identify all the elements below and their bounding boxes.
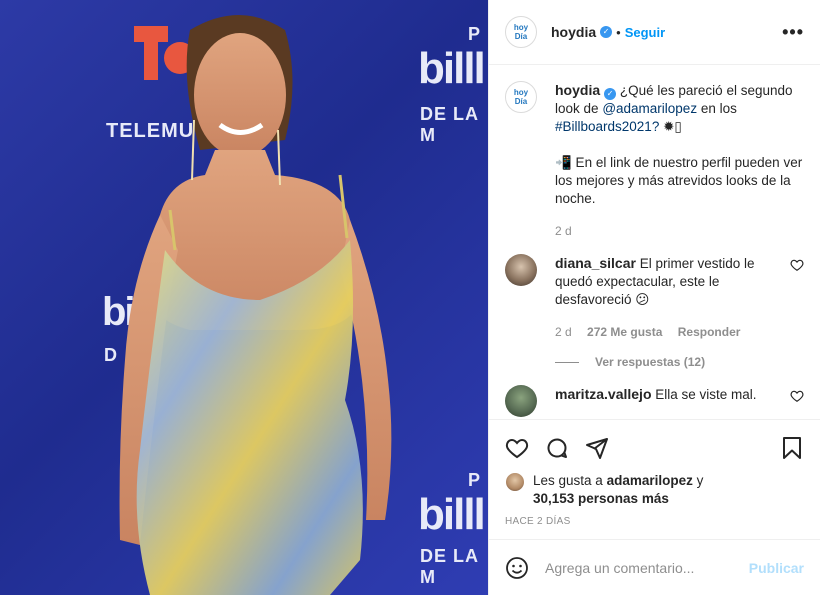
likes-text: Les gusta a adamarilopez y 30,153 person…: [533, 472, 703, 508]
caption-mention-link[interactable]: @adamarilopez: [602, 101, 697, 116]
emoji-icon[interactable]: [505, 556, 529, 580]
comment-bubble-icon[interactable]: [545, 436, 569, 460]
caption-meta: 2 d: [555, 222, 804, 240]
view-replies-label: Ver respuestas (12): [595, 355, 706, 369]
comment-input[interactable]: Agrega un comentario...: [545, 560, 749, 576]
caption-item: hoy Día hoydia ✓ ¿Qué les pareció el segu…: [505, 81, 804, 240]
hoydia-logo-icon: hoy Día: [508, 19, 534, 45]
comment-username[interactable]: diana_silcar: [555, 255, 636, 271]
likes-user-link[interactable]: adamarilopez: [607, 473, 693, 488]
actions-section: Les gusta a adamarilopez y 30,153 person…: [489, 419, 820, 539]
hoydia-avatar[interactable]: hoy Día: [505, 16, 537, 48]
comment-likes[interactable]: 272 Me gusta: [587, 325, 662, 339]
comment-body: maritza.vallejo Ella se viste mal.: [555, 385, 780, 417]
caption-username[interactable]: hoydia: [555, 82, 600, 98]
caption-hashtag-link[interactable]: #Billboards2021?: [555, 119, 659, 134]
comment-username[interactable]: maritza.vallejo: [555, 386, 652, 402]
view-replies-line: [555, 361, 579, 363]
comment-meta: 2 d 272 Me gusta Responder: [555, 323, 780, 341]
comment-avatar[interactable]: [505, 385, 537, 417]
likes-summary: Les gusta a adamarilopez y 30,153 person…: [505, 472, 804, 508]
caption-text-3: 📲 En el link de nuestro perfil pueden ve…: [555, 155, 803, 206]
liker-avatar[interactable]: [505, 472, 525, 492]
verified-badge-icon: ✓: [600, 26, 613, 38]
likes-prefix: Les gusta a: [533, 473, 603, 488]
header-user: hoydia ✓ • Seguir: [551, 24, 665, 40]
likes-suffix: y: [696, 473, 704, 488]
publish-button[interactable]: Publicar: [749, 560, 804, 576]
share-send-icon[interactable]: [585, 436, 609, 460]
comment-item: diana_silcar El primer vestido le quedó …: [505, 254, 804, 341]
person-figure: [119, 15, 392, 595]
more-options-icon[interactable]: •••: [782, 22, 804, 43]
reply-button[interactable]: Responder: [678, 325, 741, 339]
comment-item: maritza.vallejo Ella se viste mal.: [505, 385, 804, 417]
header-separator: •: [616, 24, 621, 40]
comment-body: diana_silcar El primer vestido le quedó …: [555, 254, 780, 341]
comment-heart-icon[interactable]: [790, 258, 804, 272]
post-panel: hoy Día hoydia ✓ • Seguir ••• hoy Día ho…: [488, 0, 820, 595]
add-comment-bar: Agrega un comentario... Publicar: [489, 539, 820, 595]
avatar-text-top: hoy: [513, 23, 529, 32]
likes-count-link[interactable]: 30,153 personas más: [533, 491, 669, 506]
caption-body: hoydia ✓ ¿Qué les pareció el segundo look…: [555, 81, 804, 240]
caption-avatar[interactable]: hoy Día: [505, 81, 537, 113]
post-header: hoy Día hoydia ✓ • Seguir •••: [489, 0, 820, 65]
caption-text-2: en los: [700, 101, 737, 116]
post-photo[interactable]: TELEMU P billl DE LA M bi D P billl DE L…: [0, 0, 488, 595]
caption-time[interactable]: 2 d: [555, 224, 572, 238]
comment-heart-icon[interactable]: [790, 389, 804, 403]
bookmark-icon[interactable]: [780, 436, 804, 460]
view-replies-button[interactable]: Ver respuestas (12): [555, 355, 804, 369]
like-heart-icon[interactable]: [505, 436, 529, 460]
header-username[interactable]: hoydia: [551, 24, 596, 40]
post-viewer: TELEMU P billl DE LA M bi D P billl DE L…: [0, 0, 820, 595]
comment-time[interactable]: 2 d: [555, 325, 572, 339]
comments-section: hoy Día hoydia ✓ ¿Qué les pareció el segu…: [489, 65, 820, 419]
verified-badge-icon: ✓: [604, 88, 617, 100]
caption-emoji: ✹▯: [663, 119, 682, 134]
hoydia-logo-icon: hoy Día: [508, 84, 534, 110]
comment-text: Ella se viste mal.: [655, 387, 757, 402]
follow-button[interactable]: Seguir: [625, 25, 665, 40]
action-icons: [505, 428, 804, 468]
caption-gap: [555, 136, 804, 154]
comment-avatar[interactable]: [505, 254, 537, 286]
avatar-text-top: hoy: [513, 88, 529, 97]
post-time-ago[interactable]: HACE 2 DÍAS: [505, 516, 804, 539]
avatar-text-bottom: Día: [514, 97, 528, 106]
avatar-text-bottom: Día: [514, 32, 528, 41]
